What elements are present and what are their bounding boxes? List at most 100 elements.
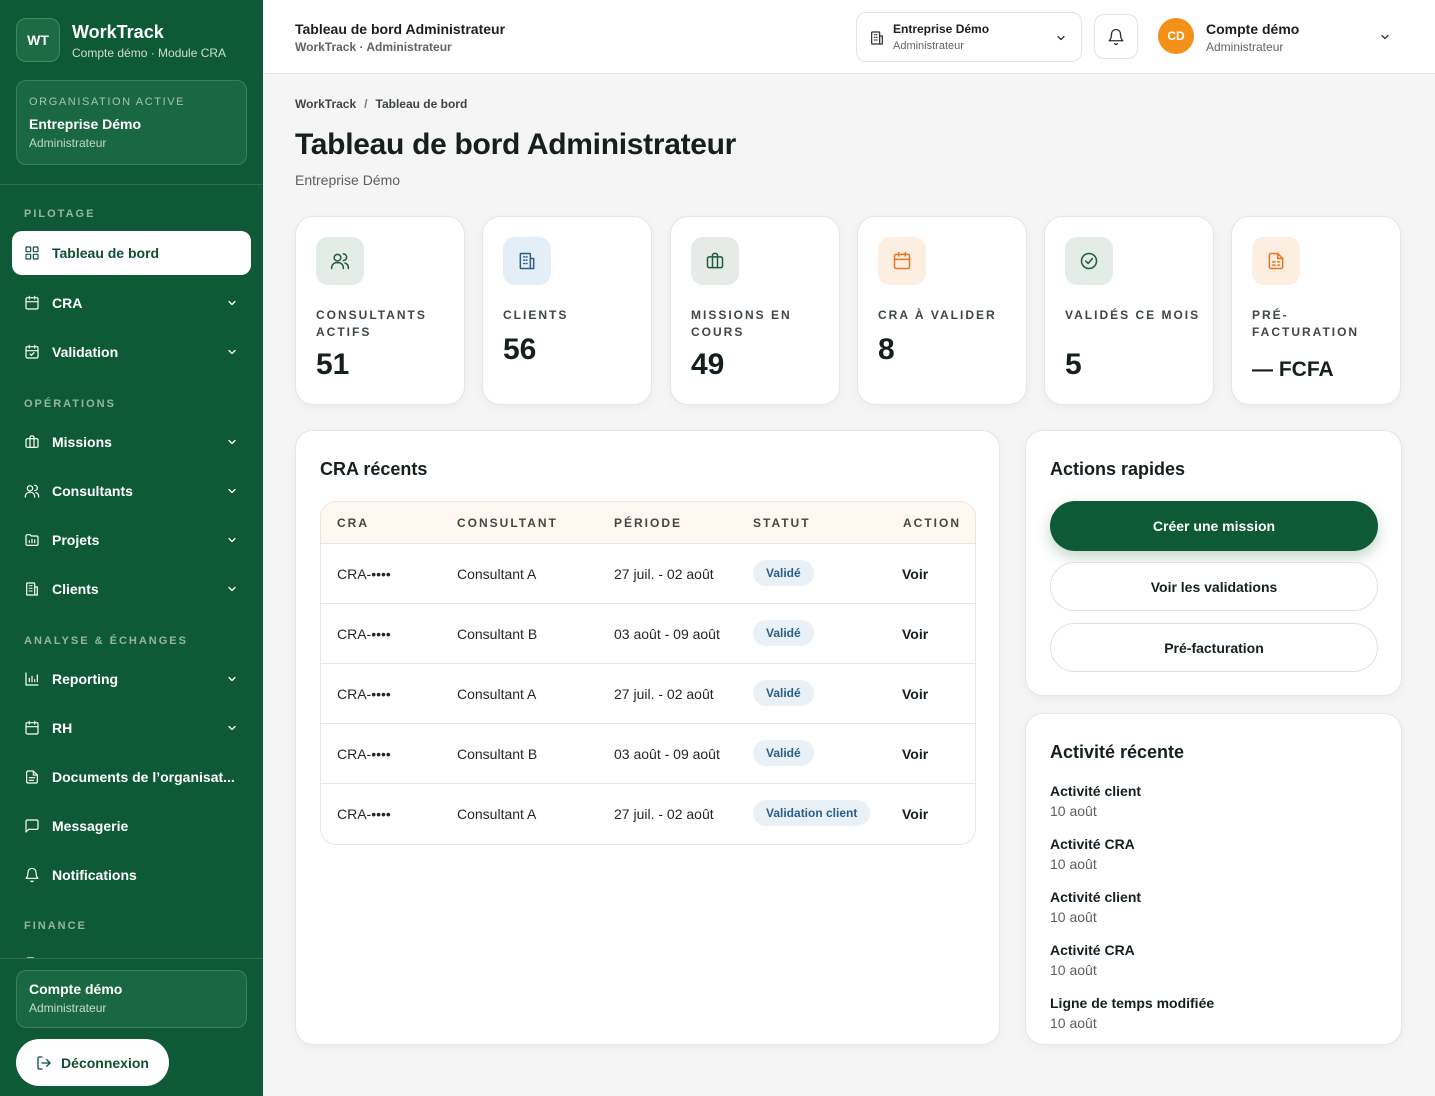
quick-actions-panel: Actions rapides Créer une mission Voir l… (1025, 430, 1402, 696)
status-badge: Validé (753, 560, 814, 586)
calendar-check-icon (24, 344, 40, 360)
activity-date: 10 août (1050, 909, 1097, 925)
column-header-consultant: CONSULTANT (457, 516, 558, 530)
avatar[interactable]: CD (1158, 18, 1194, 54)
org-role: Administrateur (29, 136, 107, 150)
users-icon (316, 237, 364, 285)
logout-icon (36, 1055, 61, 1071)
cell-cra: CRA-•••• (337, 566, 391, 582)
stat-label: CRA à valider (878, 308, 997, 322)
calendar-icon (24, 720, 40, 736)
nav-section-pilotage: PILOTAGE (24, 208, 96, 220)
sidebar: WT WorkTrack Compte démo · Module CRA OR… (0, 0, 263, 1096)
sidebar-item-label: Tableau de bord (52, 245, 160, 261)
cell-period: 27 juil. - 02 août (614, 806, 714, 822)
sidebar-item-label: Messagerie (52, 818, 129, 834)
active-organization-card: ORGANISATION ACTIVE Entreprise Démo Admi… (16, 80, 247, 165)
sidebar-item-clients[interactable]: Clients (12, 567, 251, 611)
cell-period: 27 juil. - 02 août (614, 566, 714, 582)
column-header-action: ACTION (903, 516, 961, 530)
column-header-periode: PÉRIODE (614, 516, 683, 530)
organization-select[interactable]: Entreprise Démo Administrateur (856, 12, 1082, 62)
topbar-title: Tableau de bord Administrateur (295, 21, 506, 37)
table-row: CRA-•••• Consultant A 27 juil. - 02 août Va… (321, 664, 975, 724)
building-icon (503, 237, 551, 285)
user-role: Administrateur (1206, 40, 1284, 54)
sidebar-item-tableau-de-bord[interactable]: Tableau de bord (12, 231, 251, 275)
page-subtitle: Entreprise Démo (295, 172, 401, 188)
column-header-statut: STATUT (753, 516, 811, 530)
activity-title: Activité client (1050, 783, 1142, 799)
view-validations-button[interactable]: Voir les validations (1050, 562, 1378, 611)
sidebar-item-notifications[interactable]: Notifications (12, 853, 251, 897)
stat-label: Validés ce mois (1065, 308, 1201, 322)
activity-date: 10 août (1050, 803, 1097, 819)
sidebar-item-label: Notifications (52, 867, 137, 883)
cell-consultant: Consultant A (457, 686, 537, 702)
view-cra-link[interactable]: Voir (902, 806, 928, 822)
recent-activity-title: Activité récente (1050, 742, 1185, 762)
column-header-cra: CRA (337, 516, 369, 530)
cell-period: 03 août - 09 août (614, 626, 720, 642)
brand[interactable]: WT WorkTrack Compte démo · Module CRA (16, 18, 226, 62)
user-name[interactable]: Compte démo (1206, 21, 1299, 37)
view-cra-link[interactable]: Voir (902, 626, 928, 642)
document-icon (24, 769, 40, 785)
view-cra-link[interactable]: Voir (902, 566, 928, 582)
chevron-down-icon (226, 346, 238, 358)
sidebar-item-projets[interactable]: Projets (12, 518, 251, 562)
briefcase-icon (691, 237, 739, 285)
status-badge: Validé (753, 740, 814, 766)
cell-consultant: Consultant A (457, 806, 537, 822)
stat-card-consultants-actifs: Consultants actifs 51 (295, 216, 465, 405)
check-circle-icon (1065, 237, 1113, 285)
create-mission-button[interactable]: Créer une mission (1050, 501, 1378, 551)
sidebar-item-cra[interactable]: CRA (12, 281, 251, 325)
sidebar-account-card[interactable]: Compte démo Administrateur (16, 970, 247, 1028)
stat-value: 56 (503, 333, 537, 366)
notifications-button[interactable] (1094, 14, 1138, 59)
sidebar-item-label: Missions (52, 434, 112, 450)
cell-cra: CRA-•••• (337, 626, 391, 642)
sidebar-item-rh[interactable]: RH (12, 706, 251, 750)
logout-button[interactable]: Déconnexion (16, 1039, 169, 1086)
calendar-icon (878, 237, 926, 285)
pre-invoicing-button[interactable]: Pré-facturation (1050, 623, 1378, 672)
activity-title: Ligne de temps modifiée (1050, 995, 1215, 1011)
account-role: Administrateur (29, 1001, 107, 1015)
account-name: Compte démo (29, 981, 123, 997)
sidebar-item-messagerie[interactable]: Messagerie (12, 804, 251, 848)
breadcrumb-item-worktrack[interactable]: WorkTrack (295, 97, 356, 111)
cell-period: 03 août - 09 août (614, 746, 720, 762)
chevron-down-icon (226, 485, 238, 497)
cell-cra: CRA-•••• (337, 746, 391, 762)
stat-label: Pré-facturation (1252, 308, 1360, 339)
sidebar-item-label: Reporting (52, 671, 119, 687)
folder-icon (24, 532, 40, 548)
recent-cra-table: CRA CONSULTANT PÉRIODE STATUT ACTION CRA… (320, 501, 976, 845)
breadcrumb-separator: / (364, 97, 368, 111)
cell-consultant: Consultant B (457, 746, 538, 762)
cell-period: 27 juil. - 02 août (614, 686, 714, 702)
stat-card-missions-en-cours: Missions en cours 49 (670, 216, 840, 405)
status-badge: Validé (753, 680, 814, 706)
sidebar-item-missions[interactable]: Missions (12, 420, 251, 464)
sidebar-item-label: CRA (52, 295, 83, 311)
view-cra-link[interactable]: Voir (902, 746, 928, 762)
view-cra-link[interactable]: Voir (902, 686, 928, 702)
user-menu-chevron-icon[interactable] (1379, 31, 1391, 43)
topbar-subtitle: WorkTrack · Administrateur (295, 40, 452, 54)
activity-title: Activité CRA (1050, 836, 1135, 852)
sidebar-item-label: Validation (52, 344, 119, 360)
stat-value: 49 (691, 348, 725, 381)
sidebar-item-label: Projets (52, 532, 100, 548)
message-icon (24, 818, 40, 834)
list-item: Activité CRA 10 août (1050, 942, 1135, 978)
cell-consultant: Consultant A (457, 566, 537, 582)
page-title: Tableau de bord Administrateur (295, 128, 737, 161)
sidebar-item-reporting[interactable]: Reporting (12, 657, 251, 701)
sidebar-item-validation[interactable]: Validation (12, 330, 251, 374)
sidebar-item-consultants[interactable]: Consultants (12, 469, 251, 513)
sidebar-item-documents-de-l-organisat[interactable]: Documents de l’organisat... (12, 755, 251, 799)
briefcase-icon (24, 434, 40, 450)
